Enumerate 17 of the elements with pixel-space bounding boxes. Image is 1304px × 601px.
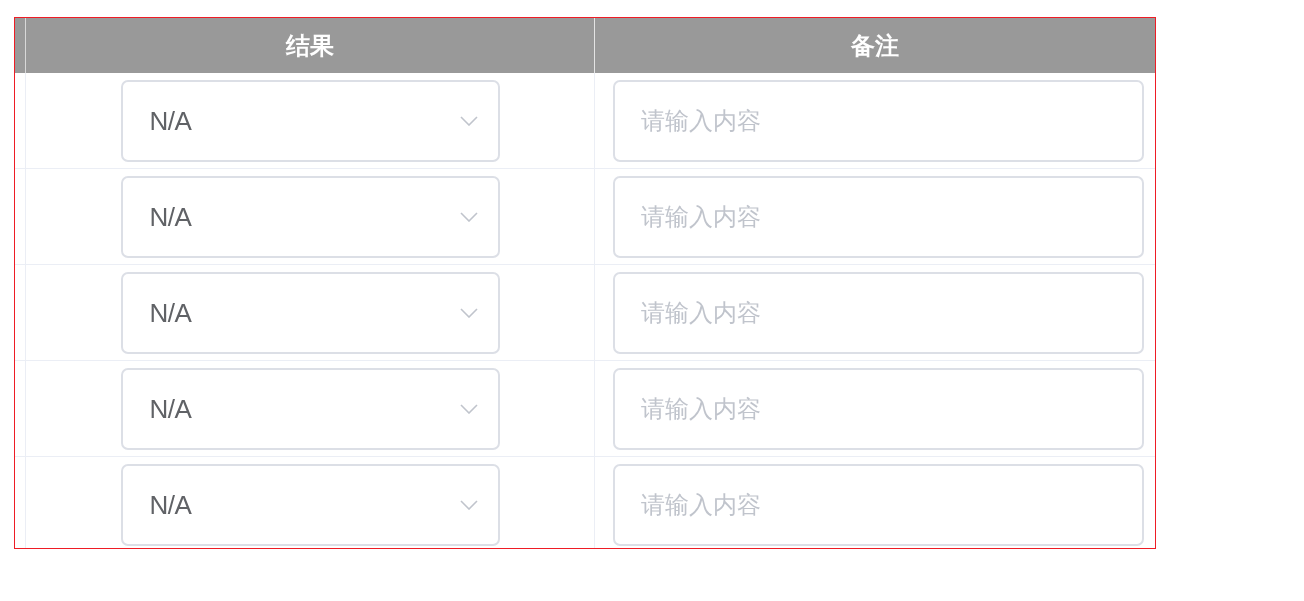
chevron-down-icon: [459, 308, 478, 318]
dropdown-select[interactable]: N/A: [120, 272, 500, 354]
chevron-down-icon: [459, 404, 478, 414]
text-input[interactable]: 请输入内容: [613, 176, 1144, 258]
text-input[interactable]: 请输入内容: [613, 272, 1144, 354]
chevron-down-icon: [459, 500, 478, 510]
column-header: 结果: [286, 30, 334, 61]
dropdown-select[interactable]: N/A: [120, 80, 500, 162]
text-input[interactable]: 请输入内容: [613, 464, 1144, 546]
text-input[interactable]: 请输入内容: [613, 80, 1144, 162]
dropdown-select[interactable]: N/A: [120, 368, 500, 450]
dropdown-select[interactable]: N/A: [120, 176, 500, 258]
chevron-down-icon: [459, 116, 478, 126]
chevron-down-icon: [459, 212, 478, 222]
dropdown-select[interactable]: N/A: [120, 464, 500, 546]
text-input[interactable]: 请输入内容: [613, 368, 1144, 450]
column-header: 备注: [851, 30, 899, 61]
